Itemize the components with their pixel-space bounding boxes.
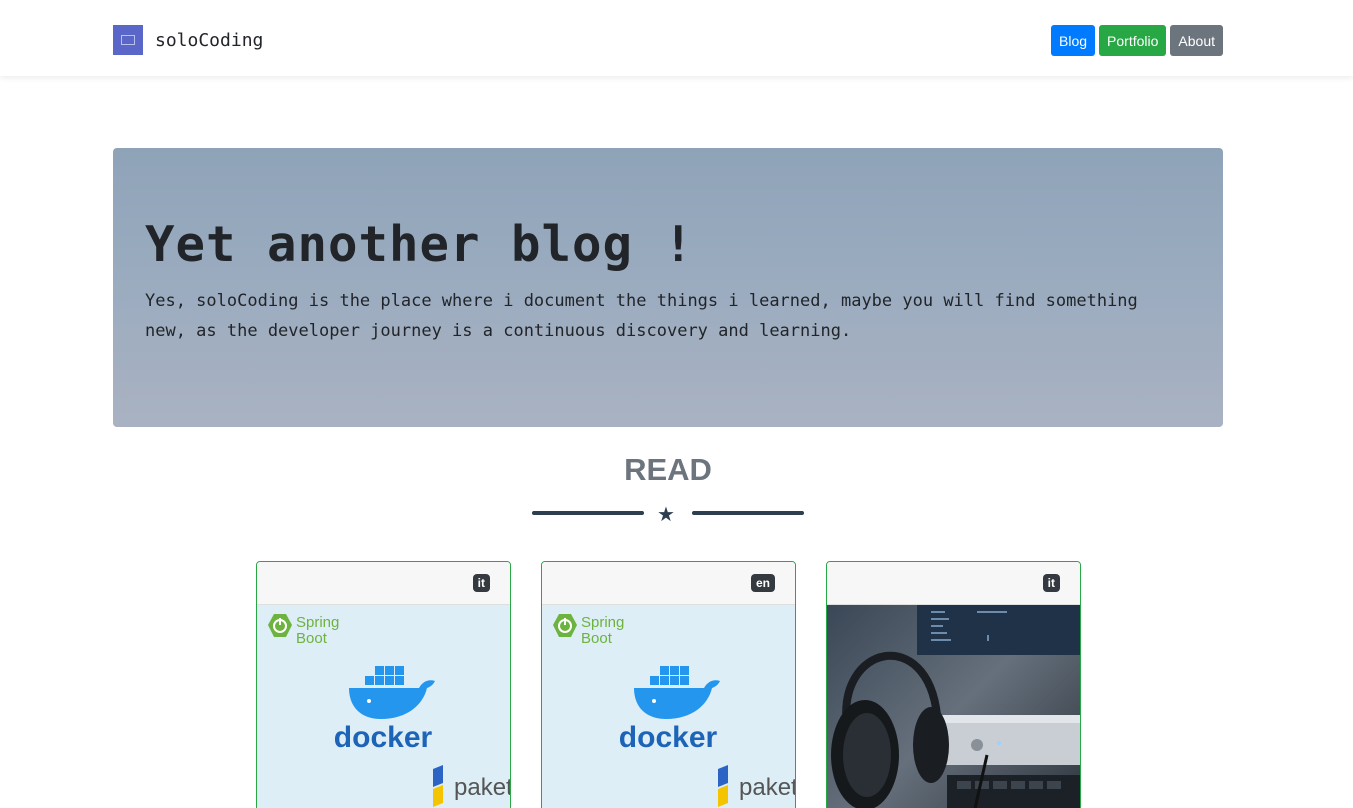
star-icon: ★ <box>657 504 675 526</box>
spring-boot-logo: Spring Boot <box>268 614 339 647</box>
language-badge: en <box>750 574 775 592</box>
card-image[interactable]: Spring Boot docker paketo <box>257 605 510 808</box>
card-image-headphones-photo[interactable] <box>827 605 1080 808</box>
card-header: it <box>827 562 1080 605</box>
docker-logo: docker <box>334 666 435 754</box>
paketo-logo: paketo <box>433 765 510 807</box>
svg-text:Boot: Boot <box>581 630 613 647</box>
spring-boot-logo: Spring Boot <box>553 614 624 647</box>
svg-text:docker: docker <box>619 721 718 754</box>
section-divider: ★ <box>532 504 804 530</box>
portfolio-button[interactable]: Portfolio <box>1099 25 1167 56</box>
hero-title: Yet another blog ! <box>145 216 695 273</box>
svg-text:Spring: Spring <box>296 614 339 631</box>
hero-text: Yes, soloCoding is the place where i doc… <box>145 291 1138 341</box>
post-card[interactable]: it Spring Boot docker pake <box>256 561 511 808</box>
post-card[interactable]: en Spring Boot docker pake <box>541 561 796 808</box>
post-card[interactable]: it <box>826 561 1081 808</box>
blog-button[interactable]: Blog <box>1051 25 1096 56</box>
brand-link[interactable]: soloCoding <box>113 25 263 55</box>
paketo-logo: paketo <box>718 765 795 807</box>
svg-text:paketo: paketo <box>454 774 510 801</box>
card-header: it <box>257 562 510 605</box>
card-image[interactable]: Spring Boot docker paketo <box>542 605 795 808</box>
card-header: en <box>542 562 795 605</box>
language-badge: it <box>472 574 490 592</box>
hero-banner: Yet another blog ! Yes, soloCoding is th… <box>113 148 1223 427</box>
svg-text:Spring: Spring <box>581 614 624 631</box>
svg-text:paketo: paketo <box>739 774 795 801</box>
brand-logo <box>113 25 143 55</box>
navbar: soloCoding Blog Portfolio About <box>0 0 1353 76</box>
docker-logo: docker <box>619 666 720 754</box>
nav-buttons: Blog Portfolio About <box>1051 25 1223 56</box>
divider-line-left <box>532 511 644 515</box>
svg-text:Boot: Boot <box>296 630 328 647</box>
section-title: READ <box>624 452 712 487</box>
about-button[interactable]: About <box>1170 25 1223 56</box>
svg-text:docker: docker <box>334 721 433 754</box>
brand-name: soloCoding <box>155 29 264 51</box>
divider-line-right <box>692 511 804 515</box>
language-badge: it <box>1042 574 1060 592</box>
